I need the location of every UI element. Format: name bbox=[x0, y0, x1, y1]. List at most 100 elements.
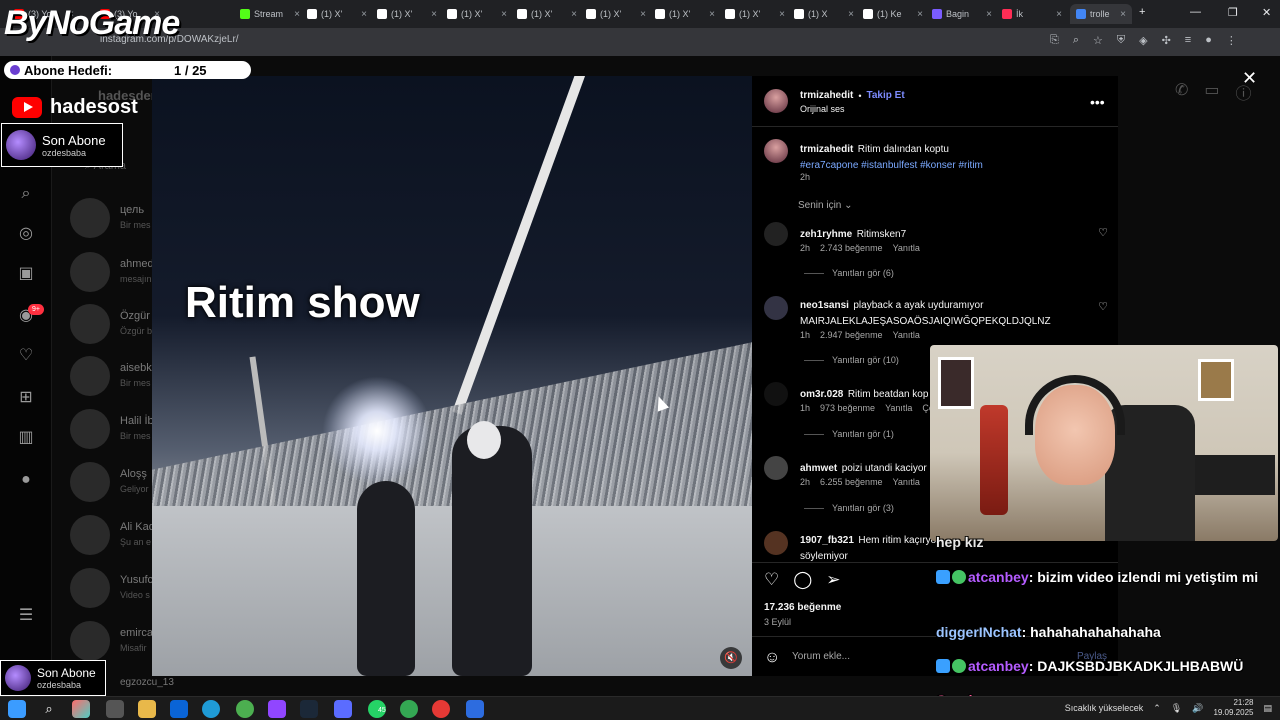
zoom-icon[interactable]: ⌕ bbox=[1073, 34, 1079, 47]
tab-close-icon[interactable]: × bbox=[917, 9, 923, 20]
tab-close-icon[interactable]: × bbox=[848, 9, 854, 20]
dm-list-item[interactable]: Yusufc Video s bbox=[70, 568, 160, 612]
chrome-active-icon[interactable] bbox=[400, 700, 418, 718]
reels-icon[interactable]: ▣ bbox=[16, 264, 36, 284]
dm-list-item[interactable]: Halil İb Bir mes bbox=[70, 409, 160, 453]
follow-button[interactable]: Takip Et bbox=[867, 90, 905, 101]
comment-username[interactable]: neo1sansi bbox=[800, 300, 849, 311]
tab-close-icon[interactable]: × bbox=[986, 9, 992, 20]
comment-sort-dropdown[interactable]: Senin için ⌄ bbox=[798, 200, 853, 211]
browser-tab[interactable]: (1) Ke × bbox=[863, 4, 923, 24]
app-icon-2[interactable] bbox=[466, 700, 484, 718]
view-replies-button[interactable]: Yanıtları gör (6) bbox=[804, 268, 894, 278]
comment-username[interactable]: zeh1ryhme bbox=[800, 229, 852, 240]
author-avatar[interactable] bbox=[764, 89, 788, 113]
comment-input[interactable]: Yorum ekle... bbox=[792, 651, 850, 662]
extension-icon[interactable]: ◈ bbox=[1139, 34, 1147, 47]
recorder-icon[interactable] bbox=[432, 700, 450, 718]
profile-avatar-icon[interactable]: ● bbox=[16, 470, 36, 490]
view-replies-button[interactable]: Yanıtları gör (1) bbox=[804, 429, 894, 439]
tab-close-icon[interactable]: × bbox=[501, 9, 507, 20]
extension-shield-icon[interactable]: ⛨ bbox=[1117, 34, 1125, 47]
comment-likes[interactable]: 2.947 beğenme bbox=[820, 330, 883, 340]
mute-button[interactable]: 🔇 bbox=[720, 647, 742, 669]
phone-icon[interactable]: ✆ bbox=[1175, 80, 1188, 104]
create-icon[interactable]: ⊞ bbox=[16, 388, 36, 408]
tab-close-icon[interactable]: × bbox=[640, 9, 646, 20]
comment-heart-icon[interactable]: ♡ bbox=[1098, 226, 1108, 239]
browser-tab[interactable]: (1) X' × bbox=[586, 4, 646, 24]
comment-username[interactable]: 1907_fb321 bbox=[800, 535, 854, 546]
browser-tab[interactable]: (1) X' × bbox=[377, 4, 437, 24]
tab-close-icon[interactable]: × bbox=[571, 9, 577, 20]
browser-tab[interactable]: Stream × bbox=[240, 4, 300, 24]
tab-close-icon[interactable]: × bbox=[1056, 9, 1062, 20]
browser-tab[interactable]: (1) X' × bbox=[517, 4, 577, 24]
tab-close-icon[interactable]: × bbox=[1120, 9, 1126, 20]
dm-list-item[interactable]: Ali Kad Şu an e bbox=[70, 515, 160, 559]
comment-avatar[interactable] bbox=[764, 222, 788, 246]
menu-kebab-icon[interactable]: ⋮ bbox=[1226, 34, 1237, 47]
reply-button[interactable]: Yanıtla bbox=[893, 477, 920, 487]
edge-icon[interactable] bbox=[202, 700, 220, 718]
dm-list-item[interactable]: emirca Misafir bbox=[70, 621, 160, 665]
reply-button[interactable]: Yanıtla bbox=[885, 403, 912, 413]
hamburger-menu-icon[interactable]: ☰ bbox=[16, 606, 36, 626]
reply-button[interactable]: Yanıtla bbox=[893, 243, 920, 253]
share-send-icon[interactable]: ➢ bbox=[826, 570, 840, 590]
view-replies-button[interactable]: Yanıtları gör (3) bbox=[804, 503, 894, 513]
steam-icon[interactable] bbox=[300, 700, 318, 718]
comment-username[interactable]: om3r.028 bbox=[800, 389, 843, 400]
tab-close-icon[interactable]: × bbox=[779, 9, 785, 20]
browser-tab[interactable]: (1) X' × bbox=[655, 4, 715, 24]
post-video[interactable] bbox=[152, 76, 752, 676]
comment-likes[interactable]: 6.255 beğenme bbox=[820, 477, 883, 487]
comment-avatar[interactable] bbox=[764, 531, 788, 555]
volume-icon[interactable]: 🔊 bbox=[1192, 703, 1203, 714]
dm-list-item[interactable]: aisebk Bir mes bbox=[70, 356, 160, 400]
notifications-icon[interactable]: ▤ bbox=[1263, 703, 1272, 714]
tab-close-icon[interactable]: × bbox=[361, 9, 367, 20]
mic-icon[interactable]: 🎙 bbox=[1171, 703, 1182, 714]
caption-username[interactable]: trmizahedit bbox=[800, 144, 853, 155]
chrome-icon[interactable] bbox=[236, 700, 254, 718]
comment-avatar[interactable] bbox=[764, 456, 788, 480]
obs-icon[interactable] bbox=[268, 700, 286, 718]
video-call-icon[interactable]: ▭ bbox=[1204, 80, 1219, 104]
explore-icon[interactable]: ◎ bbox=[16, 224, 36, 244]
comment-avatar[interactable] bbox=[764, 296, 788, 320]
emoji-icon[interactable]: ☺ bbox=[764, 649, 780, 667]
dashboard-icon[interactable]: ▥ bbox=[16, 428, 36, 448]
maximize-icon[interactable]: ❐ bbox=[1228, 6, 1238, 19]
browser-tab[interactable]: (1) X' × bbox=[447, 4, 507, 24]
reply-button[interactable]: Yanıtla bbox=[893, 330, 920, 340]
like-heart-icon[interactable]: ♡ bbox=[764, 570, 779, 590]
comment-likes[interactable]: 2.743 beğenme bbox=[820, 243, 883, 253]
puzzle-icon[interactable]: ✣ bbox=[1162, 34, 1171, 47]
app-icon[interactable] bbox=[334, 700, 352, 718]
comment-heart-icon[interactable]: ♡ bbox=[1098, 300, 1108, 313]
browser-tab[interactable]: (1) X × bbox=[794, 4, 854, 24]
browser-tab[interactable]: (1) X' × bbox=[307, 4, 367, 24]
tab-close-icon[interactable]: × bbox=[431, 9, 437, 20]
chevron-up-icon[interactable]: ⌃ bbox=[1153, 703, 1161, 714]
dm-list-item[interactable]: Aloşş Geliyor bbox=[70, 462, 160, 506]
store-icon[interactable] bbox=[106, 700, 124, 718]
close-window-icon[interactable]: ✕ bbox=[1262, 6, 1271, 19]
install-icon[interactable]: ⎘ bbox=[1050, 34, 1059, 47]
search-icon[interactable]: ⌕ bbox=[16, 184, 36, 204]
close-modal-icon[interactable]: ✕ bbox=[1242, 68, 1257, 89]
browser-tab[interactable]: trolle × bbox=[1070, 4, 1132, 24]
search-taskbar-icon[interactable]: ⌕ bbox=[40, 700, 58, 718]
widgets-icon[interactable] bbox=[72, 700, 90, 718]
comment-username[interactable]: ahmwet bbox=[800, 463, 837, 474]
clock[interactable]: 21:28 19.09.2025 bbox=[1213, 698, 1253, 718]
outlook-icon[interactable] bbox=[170, 700, 188, 718]
browser-tab[interactable]: (1) X' × bbox=[725, 4, 785, 24]
media-icon[interactable]: ≡ bbox=[1185, 34, 1191, 47]
comment-likes[interactable]: 973 beğenme bbox=[820, 403, 875, 413]
author-username[interactable]: trmizahedit bbox=[800, 90, 853, 101]
likes-count[interactable]: 17.236 beğenme bbox=[764, 602, 841, 613]
browser-tab[interactable]: İk × bbox=[1002, 4, 1062, 24]
dm-list-item[interactable]: Özgür Özgür b bbox=[70, 304, 160, 348]
